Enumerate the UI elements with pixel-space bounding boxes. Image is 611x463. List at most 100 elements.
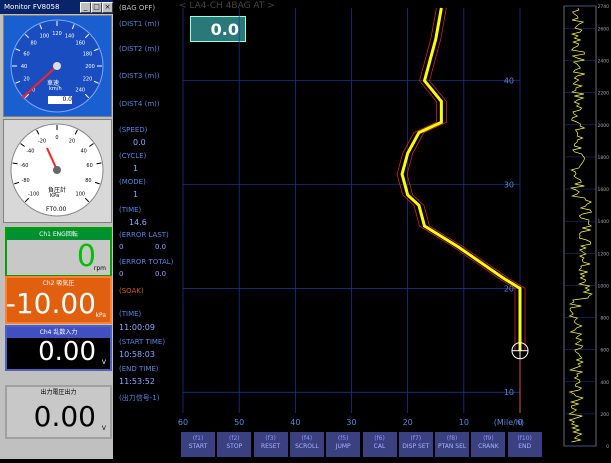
x-tick-label: 20 — [403, 418, 413, 427]
x-tick-label: 30 — [346, 418, 356, 427]
speed-value: 0.0 — [133, 138, 146, 147]
random-input-value: 0.00 — [38, 337, 96, 367]
speed-readout: 0.0 — [48, 96, 72, 104]
error-last-value: 0.0 — [155, 243, 167, 251]
error-total-value: 0.0 — [155, 270, 167, 278]
fkey-number: (f10) — [517, 435, 532, 442]
dist3-label: (DIST3 (m)) — [119, 72, 160, 80]
error-last-count: 0 — [119, 243, 124, 251]
fkey-number: (f5) — [337, 435, 349, 442]
eng-rpm-unit: rpm — [93, 265, 106, 272]
window-title: Monitor FV8058 — [4, 3, 60, 11]
fkey-button-2[interactable]: (f2) STOP — [217, 432, 252, 457]
gauge-tick-label: 0 — [55, 135, 58, 141]
dist2-label: (DIST2 (m)) — [119, 45, 160, 53]
fkey-button-10[interactable]: (f10) END — [507, 432, 542, 457]
strip-tick-label: 2740 — [598, 4, 610, 10]
cycle-value: 1 — [133, 164, 139, 173]
fkey-label: JUMP — [335, 443, 351, 450]
gauge-tick-label: 140 — [65, 34, 75, 40]
fkey-number: (f9) — [483, 435, 494, 442]
chart-plot: 60 50 40 30 20 10 010203040(Mile/h) — [178, 7, 529, 427]
start-time-value: 10:58:03 — [119, 350, 155, 359]
gauge-tick-label: -100 — [28, 191, 39, 197]
x-tick-label: 10 — [459, 418, 469, 427]
mode-value: 1 — [133, 190, 139, 199]
fkey-button-3[interactable]: (f3) RESET — [253, 432, 288, 457]
strip-tick-label: 2400 — [598, 59, 610, 65]
window-titlebar: Monitor FV8058 _ □ × — [0, 0, 113, 14]
output-voltage-unit: V — [101, 425, 106, 432]
speed-trace — [400, 7, 522, 351]
gauge-tick-label: 100 — [76, 191, 86, 197]
gauge-tick-label: 20 — [23, 77, 29, 83]
gauge-tick-label: 220 — [83, 77, 93, 83]
strip-tick-label: 400 — [600, 380, 609, 386]
fkey-number: (f2) — [228, 435, 240, 442]
fkey-button-1[interactable]: (f1) START — [181, 432, 215, 457]
gauge-tick-label: 200 — [85, 64, 95, 70]
gauge-tick-label: 60 — [23, 51, 29, 57]
output-voltage-header: 出力電圧出力 — [7, 387, 110, 398]
pressure-readout: FT0.00 — [46, 206, 67, 213]
strip-tick-label: 1400 — [598, 219, 610, 225]
end-time-value: 11:53:52 — [119, 377, 155, 386]
fkey-label: START — [188, 443, 208, 450]
speed-gauge-unit: km/h — [49, 86, 62, 92]
x-axis-label: (Mile/h) — [494, 418, 524, 427]
error-total-label: (ERROR TOTAL) — [119, 258, 174, 266]
close-button[interactable]: × — [102, 2, 113, 13]
fkey-label: DISP SET — [402, 443, 430, 450]
output-voltage-display: 出力電圧出力 0.00 V — [5, 385, 112, 439]
intake-pressure-unit: kPa — [95, 312, 107, 319]
gauge-tick-label: -60 — [20, 163, 28, 169]
x-tick-label: 40 — [290, 418, 300, 427]
intake-pressure-value: -10.00 — [5, 287, 96, 320]
fkey-button-4[interactable]: (f4) SCROLL — [289, 432, 324, 457]
tolerance-band — [396, 7, 516, 351]
bag-state: (BAG OFF) — [119, 4, 156, 12]
gauge-tick-label: 20 — [69, 139, 75, 145]
fkey-button-7[interactable]: (f7) DISP SET — [398, 432, 433, 457]
gauge-tick-label: 40 — [81, 149, 87, 155]
strip-tick-label: 1600 — [598, 187, 610, 193]
maximize-button[interactable]: □ — [91, 2, 102, 13]
gauge-tick-label: 60 — [86, 163, 92, 169]
time-value: 14.6 — [129, 218, 147, 227]
start-time-label: (START TIME) — [119, 338, 166, 346]
fkey-number: (f1) — [192, 435, 204, 442]
output-voltage-value: 0.00 — [33, 400, 96, 433]
soak-label: (SOAK) — [119, 287, 144, 295]
y-tick-label: 20 — [504, 284, 514, 293]
strip-tick-label: 200 — [600, 412, 609, 418]
x-tick-label: 50 — [234, 418, 244, 427]
fkey-button-5[interactable]: (f5) JUMP — [326, 432, 361, 457]
strip-chart-plot: 0 200 400 600 800 1000 1200 1400 1600 1800 2000 220… — [563, 4, 610, 450]
gauge-tick-label: 180 — [83, 51, 93, 57]
fkey-label: END — [518, 443, 532, 450]
fkey-label: STOP — [226, 443, 243, 450]
drive-trace-chart: < LA4-CH 4BAG AT > 0.0 60 50 40 30 20 10 0 10 20… — [175, 0, 555, 430]
gauge-tick-label: -80 — [22, 178, 30, 184]
gauge-tick-label: 240 — [76, 87, 86, 93]
minimize-button[interactable]: _ — [80, 2, 91, 13]
gauge-tick-label: 40 — [21, 64, 27, 70]
strip-tick-label: 2000 — [598, 123, 610, 129]
gauge-tick-label: 80 — [30, 41, 36, 47]
clock-label: (TIME) — [119, 310, 142, 318]
tolerance-band — [406, 7, 526, 351]
random-input-unit: V — [101, 359, 106, 366]
fkey-label: PTAN SEL — [437, 443, 467, 450]
fkey-button-6[interactable]: (f6) CAL — [362, 432, 397, 457]
fkey-button-8[interactable]: (f8) PTAN SEL — [435, 432, 470, 457]
fkey-label: SCROLL — [295, 443, 319, 450]
fkey-number: (f6) — [374, 435, 385, 442]
fkey-label: CRANK — [478, 443, 499, 450]
strip-tick-label: 0 — [606, 444, 609, 450]
fkey-label: RESET — [260, 443, 281, 450]
fkey-button-9[interactable]: (f9) CRANK — [471, 432, 506, 457]
monitor-panel: Monitor FV8058 _ □ × 0 20 40 60 80 100 120 140 1… — [0, 0, 113, 459]
error-total-count: 0 — [119, 270, 124, 278]
y-tick-label: 40 — [504, 77, 514, 86]
strip-tick-label: 1000 — [598, 283, 610, 289]
